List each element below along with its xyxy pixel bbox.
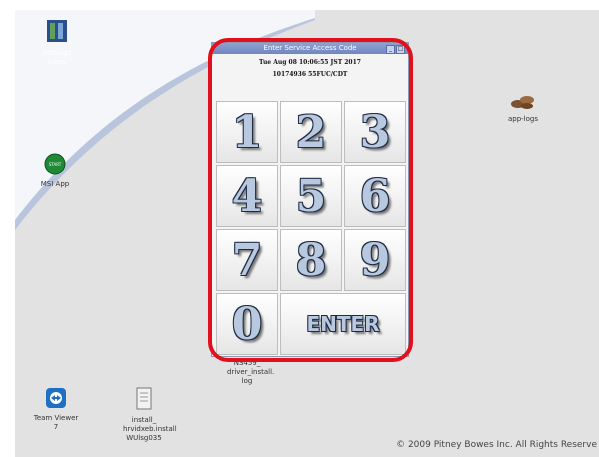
service-access-dialog: Enter Service Access Code _ □ Tue Aug 08… bbox=[211, 42, 409, 357]
settings-icon-label: Settings Icons bbox=[42, 49, 72, 66]
desktop-icon-install-log[interactable]: install_ hrvidxeb.install WUlsg035 bbox=[123, 387, 177, 443]
msi-app-icon: START bbox=[44, 153, 66, 175]
dialog-datetime: Tue Aug 08 10:06:55 JST 2017 bbox=[259, 59, 361, 66]
dialog-id-line: 10174936 55FUC/CDT bbox=[272, 71, 348, 78]
desktop: Settings Icons START MSI App app-logs NS… bbox=[15, 10, 599, 457]
enter-button[interactable]: ENTER bbox=[280, 293, 406, 355]
dialog-title: Enter Service Access Code bbox=[263, 44, 357, 52]
driver-log-label: NS459_ driver_install. log bbox=[227, 359, 275, 385]
key-1[interactable]: 1 bbox=[216, 101, 278, 163]
desktop-icon-msi-app[interactable]: START MSI App bbox=[35, 153, 75, 189]
desktop-icon-teamviewer[interactable]: Team Viewer 7 bbox=[33, 387, 79, 432]
key-4[interactable]: 4 bbox=[216, 165, 278, 227]
dialog-title-bar[interactable]: Enter Service Access Code _ □ bbox=[212, 43, 408, 54]
teamviewer-icon bbox=[46, 388, 66, 408]
install-log-label: install_ hrvidxeb.install WUlsg035 bbox=[123, 416, 177, 442]
app-logs-label: app-logs bbox=[507, 115, 539, 123]
key-9[interactable]: 9 bbox=[344, 229, 406, 291]
keypad: 1 2 3 4 5 6 7 8 9 0 ENTER bbox=[216, 101, 406, 355]
install-log-icon bbox=[136, 387, 152, 410]
key-7[interactable]: 7 bbox=[216, 229, 278, 291]
settings-icon bbox=[47, 20, 67, 42]
key-8[interactable]: 8 bbox=[280, 229, 342, 291]
maximize-icon[interactable]: □ bbox=[396, 45, 405, 54]
key-3[interactable]: 3 bbox=[344, 101, 406, 163]
teamviewer-label: Team Viewer 7 bbox=[33, 414, 79, 431]
desktop-icon-app-logs[interactable]: app-logs bbox=[503, 94, 543, 124]
key-2[interactable]: 2 bbox=[280, 101, 342, 163]
app-logs-icon bbox=[511, 96, 534, 109]
copyright-text: © 2009 Pitney Bowes Inc. All Rights Rese… bbox=[396, 440, 597, 450]
start-badge-text: START bbox=[49, 162, 62, 167]
key-5[interactable]: 5 bbox=[280, 165, 342, 227]
key-0[interactable]: 0 bbox=[216, 293, 278, 355]
key-6[interactable]: 6 bbox=[344, 165, 406, 227]
minimize-icon[interactable]: _ bbox=[386, 45, 395, 54]
msi-app-label: MSI App bbox=[40, 180, 70, 188]
desktop-icon-settings[interactable]: Settings Icons bbox=[39, 18, 75, 67]
